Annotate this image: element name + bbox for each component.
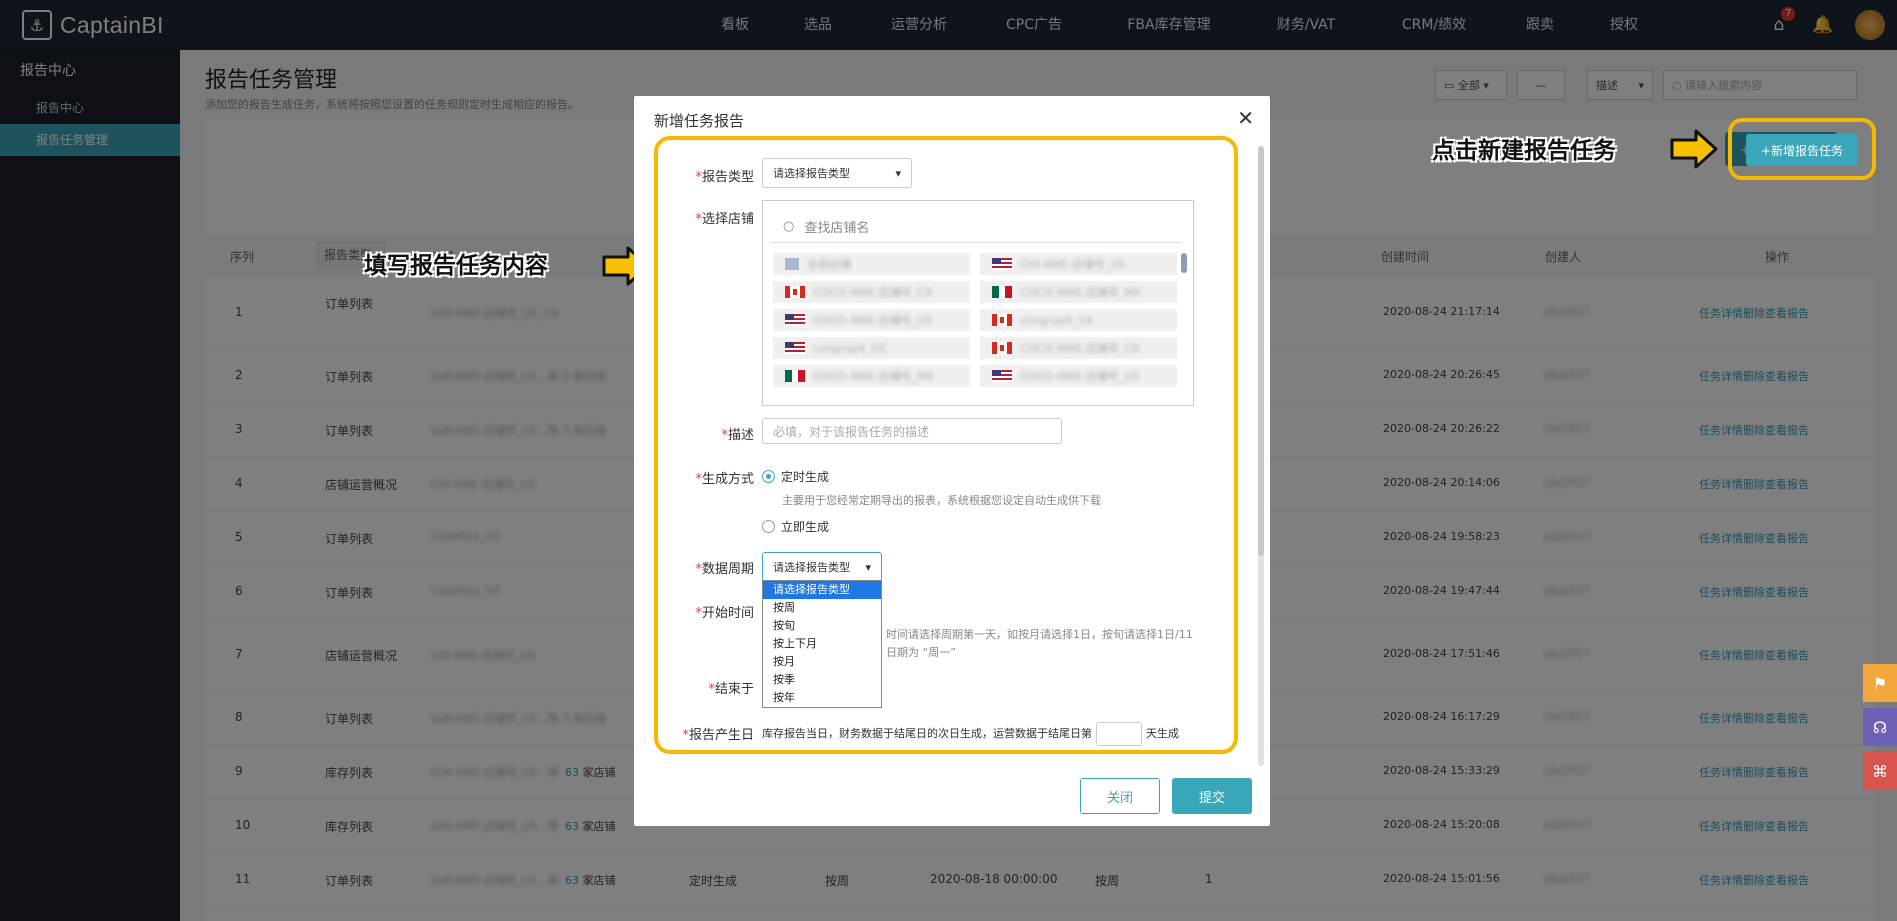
search-icon: ○: [783, 219, 795, 234]
annotation-click: 点击新建报告任务: [1432, 138, 1616, 164]
period-select[interactable]: 请选择报告类型 ▾: [762, 552, 882, 582]
ca-flag-icon: [785, 286, 805, 298]
radio-unchecked-icon: [762, 520, 775, 533]
store-list-scrollbar[interactable]: [1181, 253, 1187, 393]
caret-down-icon: ▾: [895, 166, 901, 180]
store-chip[interactable]: CHI-4WE-店铺号_US: [980, 253, 1177, 275]
store-chip[interactable]: COCO-4WE-店铺号_US: [773, 309, 970, 331]
submit-button[interactable]: 提交: [1172, 778, 1252, 814]
caret-down-icon: ▾: [865, 560, 871, 574]
us-flag-icon: [992, 370, 1012, 382]
label-end: *结束于: [708, 682, 754, 697]
new-task-modal: 新增任务报告 ✕ *报告类型 请选择报告类型 ▾ *选择店铺 ○ 查找店铺名 全部店…: [634, 96, 1270, 826]
label-period: *数据周期: [695, 562, 754, 577]
produce-day-input[interactable]: [1096, 722, 1142, 746]
period-option[interactable]: 按年: [763, 689, 881, 707]
radio-timed[interactable]: 定时生成: [762, 468, 829, 485]
close-button[interactable]: 关闭: [1080, 778, 1160, 814]
start-hint-1: 时间请选择周期第一天，如按月请选择1日，按旬请选择1日/11: [886, 628, 1193, 641]
period-option[interactable]: 按周: [763, 599, 881, 617]
period-option[interactable]: 按月: [763, 653, 881, 671]
new-task-button-highlighted[interactable]: +新增报告任务: [1746, 134, 1858, 166]
close-icon[interactable]: ✕: [1237, 106, 1254, 130]
mx-flag-icon: [785, 370, 805, 382]
modal-title: 新增任务报告: [654, 112, 745, 130]
timed-hint: 主要用于您经常定期导出的报表，系统根据您设定自动生成供下载: [782, 494, 1101, 507]
bookmark-float-icon[interactable]: ⚑: [1863, 664, 1897, 702]
us-flag-icon: [992, 258, 1012, 270]
period-option[interactable]: 请选择报告类型: [763, 581, 881, 599]
period-option[interactable]: 按旬: [763, 617, 881, 635]
period-dropdown: 请选择报告类型 按周 按旬 按上下月 按月 按季 按年: [762, 580, 882, 708]
store-search-input[interactable]: ○ 查找店铺名: [771, 211, 1181, 243]
ca-flag-icon: [992, 314, 1012, 326]
label-desc: *描述: [721, 428, 754, 443]
produce-text: 库存报告当日，财务数据于结尾日的次日生成，运营数据于结尾日第 天生成: [762, 722, 1179, 746]
report-type-select[interactable]: 请选择报告类型 ▾: [762, 158, 912, 188]
us-flag-icon: [785, 342, 805, 354]
label-gen-mode: *生成方式: [695, 472, 754, 487]
store-chip[interactable]: 全部店铺: [773, 253, 970, 275]
period-option[interactable]: 按季: [763, 671, 881, 689]
store-chip[interactable]: congrup4_US: [773, 337, 970, 359]
label-start: *开始时间: [695, 606, 754, 621]
store-list: 全部店铺 CHI-4WE-店铺号_US COCO-4WE-店铺号_CA COCO-4W…: [773, 253, 1179, 387]
period-option[interactable]: 按上下月: [763, 635, 881, 653]
radio-immediate[interactable]: 立即生成: [762, 518, 829, 535]
store-picker: ○ 查找店铺名 全部店铺 CHI-4WE-店铺号_US COCO-4WE-店铺号_CA…: [762, 200, 1194, 406]
store-chip[interactable]: congrup4_CA: [980, 309, 1177, 331]
label-report-type: *报告类型: [695, 170, 754, 185]
mx-flag-icon: [992, 286, 1012, 298]
store-chip[interactable]: COCO-4WE-店铺号_MX: [773, 365, 970, 387]
store-chip[interactable]: COCO-4WE-店铺号_US: [980, 365, 1177, 387]
store-chip[interactable]: COCO-4WE-店铺号_MX: [980, 281, 1177, 303]
description-input[interactable]: 必填，对于该报告任务的描述: [762, 418, 1062, 444]
us-flag-icon: [785, 314, 805, 326]
annotation-fill: 填写报告任务内容: [364, 253, 548, 279]
start-hint-2: 日期为 “周一”: [886, 646, 956, 659]
radio-checked-icon: [762, 470, 775, 483]
all-flag-icon: [785, 258, 799, 270]
support-float-icon[interactable]: ☊: [1863, 708, 1897, 746]
gift-float-icon[interactable]: ⌘: [1863, 752, 1897, 790]
label-produce: *报告产生日: [682, 728, 754, 743]
label-store: *选择店铺: [695, 212, 754, 227]
store-chip[interactable]: COCO-4WE-店铺号_CA: [980, 337, 1177, 359]
annotation-arrow-right-icon: [1670, 129, 1718, 169]
modal-scrollbar[interactable]: [1258, 146, 1264, 766]
ca-flag-icon: [992, 342, 1012, 354]
store-chip[interactable]: COCO-4WE-店铺号_CA: [773, 281, 970, 303]
